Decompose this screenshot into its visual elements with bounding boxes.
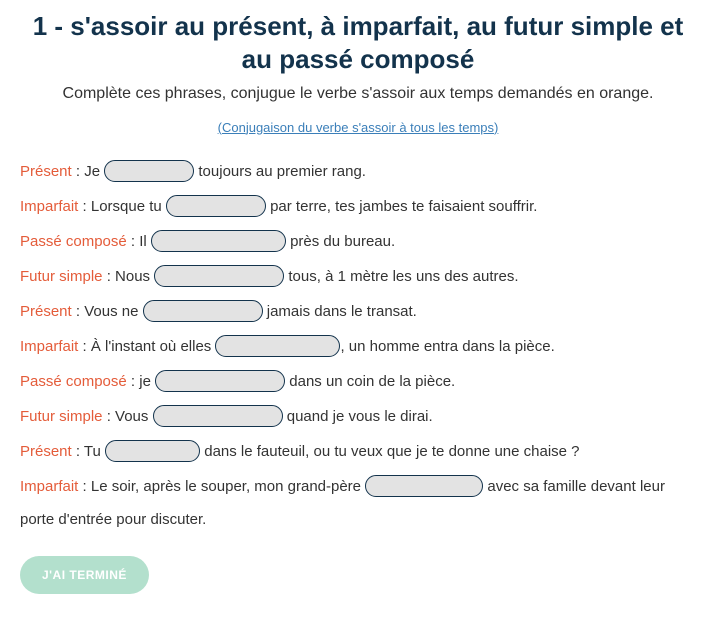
tense-label: Imparfait [20, 198, 78, 215]
answer-input[interactable] [154, 265, 284, 287]
sentence-row: Présent : Je toujours au premier rang. [20, 155, 696, 188]
sentence-before: : Nous [103, 268, 155, 285]
sentence-before: : Le soir, après le souper, mon grand-pè… [78, 478, 365, 495]
tense-label: Passé composé [20, 233, 127, 250]
sentence-after: par terre, tes jambes te faisaient souff… [266, 198, 538, 215]
sentence-before: : À l'instant où elles [78, 338, 215, 355]
sentence-before: : Tu [72, 443, 105, 460]
sentence-after: quand je vous le dirai. [283, 408, 433, 425]
sentence-after: près du bureau. [286, 233, 395, 250]
exercise-body: Présent : Je toujours au premier rang.Im… [20, 155, 696, 536]
tense-label: Présent [20, 443, 72, 460]
answer-input[interactable] [143, 300, 263, 322]
tense-label: Futur simple [20, 268, 103, 285]
done-button[interactable]: J'AI TERMINÉ [20, 556, 149, 594]
sentence-after: , un homme entra dans la pièce. [340, 338, 554, 355]
conjugation-link[interactable]: (Conjugaison du verbe s'assoir à tous le… [218, 120, 499, 135]
sentence-before: : Je [72, 163, 105, 180]
sentence-row: Passé composé : je dans un coin de la pi… [20, 365, 696, 398]
exercise-title: 1 - s'assoir au présent, à imparfait, au… [20, 10, 696, 75]
answer-input[interactable] [104, 160, 194, 182]
answer-input[interactable] [151, 230, 286, 252]
answer-input[interactable] [215, 335, 340, 357]
tense-label: Présent [20, 163, 72, 180]
sentence-row: Imparfait : Lorsque tu par terre, tes ja… [20, 190, 696, 223]
sentence-row: Présent : Tu dans le fauteuil, ou tu veu… [20, 435, 696, 468]
answer-input[interactable] [365, 475, 483, 497]
sentence-before: : je [127, 373, 155, 390]
answer-input[interactable] [153, 405, 283, 427]
sentence-row: Futur simple : Vous quand je vous le dir… [20, 400, 696, 433]
sentence-row: Présent : Vous ne jamais dans le transat… [20, 295, 696, 328]
sentence-row: Futur simple : Nous tous, à 1 mètre les … [20, 260, 696, 293]
tense-label: Imparfait [20, 478, 78, 495]
sentence-after: toujours au premier rang. [194, 163, 366, 180]
sentence-before: : Vous ne [72, 303, 143, 320]
sentence-before: : Il [127, 233, 151, 250]
exercise-subtitle: Complète ces phrases, conjugue le verbe … [20, 83, 696, 105]
sentence-after: dans un coin de la pièce. [285, 373, 455, 390]
tense-label: Imparfait [20, 338, 78, 355]
answer-input[interactable] [166, 195, 266, 217]
sentence-row: Imparfait : À l'instant où elles , un ho… [20, 330, 696, 363]
sentence-row: Imparfait : Le soir, après le souper, mo… [20, 470, 696, 536]
tense-label: Futur simple [20, 408, 103, 425]
sentence-after: tous, à 1 mètre les uns des autres. [284, 268, 518, 285]
tense-label: Passé composé [20, 373, 127, 390]
sentence-before: : Vous [103, 408, 153, 425]
sentence-after: dans le fauteuil, ou tu veux que je te d… [200, 443, 579, 460]
answer-input[interactable] [155, 370, 285, 392]
sentence-before: : Lorsque tu [78, 198, 166, 215]
sentence-row: Passé composé : Il près du bureau. [20, 225, 696, 258]
sentence-after: jamais dans le transat. [263, 303, 417, 320]
tense-label: Présent [20, 303, 72, 320]
answer-input[interactable] [105, 440, 200, 462]
